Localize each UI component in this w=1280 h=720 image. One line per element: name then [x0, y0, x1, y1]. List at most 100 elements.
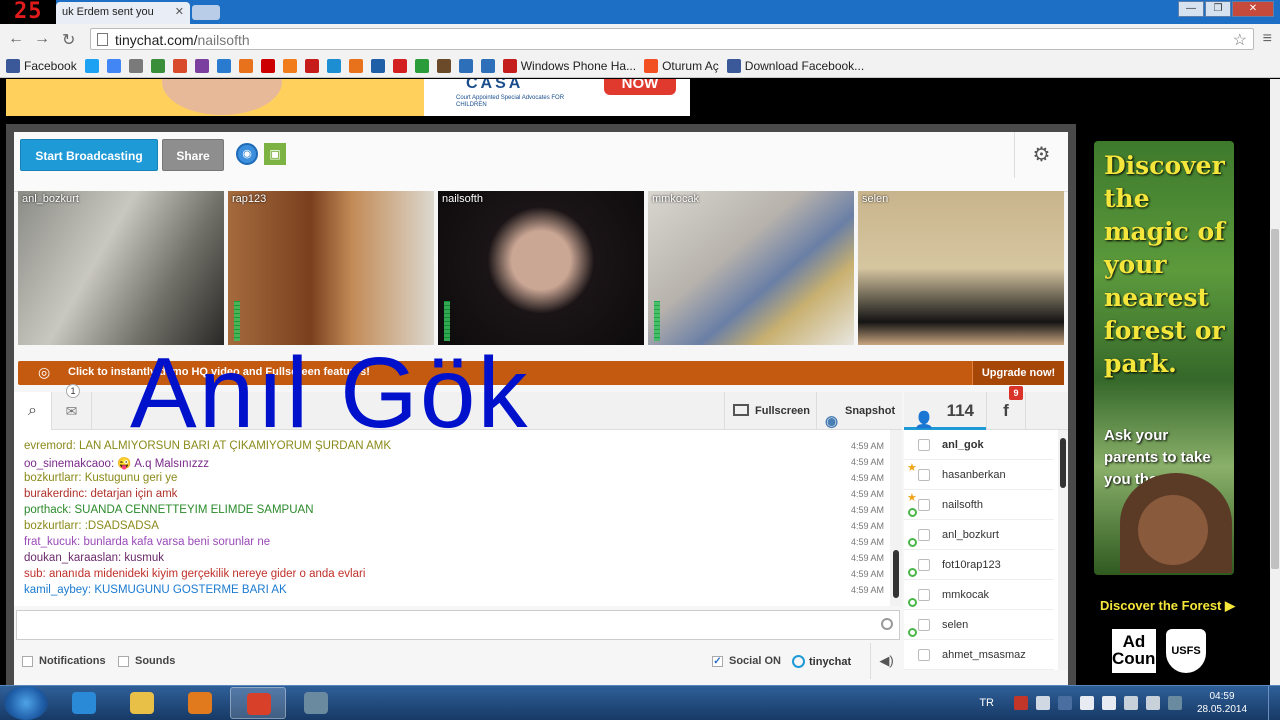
user-checkbox[interactable]: [918, 499, 930, 511]
user-checkbox[interactable]: [918, 619, 930, 631]
message-user[interactable]: doukan_karaaslan:: [24, 552, 121, 564]
video-tile[interactable]: nailsofth: [438, 191, 644, 345]
message-user[interactable]: frat_kucuk:: [24, 536, 80, 548]
ios-app-icon[interactable]: ◉: [236, 143, 258, 165]
message-user[interactable]: kamil_aybey:: [24, 584, 91, 596]
browser-tab[interactable]: uk Erdem sent you ✕: [56, 2, 190, 24]
video-tile[interactable]: anl_bozkurt: [18, 191, 224, 345]
upgrade-button[interactable]: Upgrade now!: [972, 361, 1064, 385]
chat-tab-private[interactable]: ✉ 1: [52, 384, 92, 430]
show-desktop-button[interactable]: [1268, 686, 1280, 720]
new-tab-button[interactable]: [192, 5, 220, 20]
sounds-checkbox[interactable]: [118, 655, 129, 667]
user-list-item[interactable]: selen: [904, 610, 1054, 640]
notifications-toggle[interactable]: Notifications: [22, 655, 106, 667]
bookmark-item[interactable]: [238, 58, 253, 73]
language-indicator[interactable]: TR: [979, 697, 994, 709]
search-icon[interactable]: [881, 618, 893, 630]
taskbar-app-recorder[interactable]: [288, 687, 344, 719]
top-banner-ad[interactable]: CASA Court Appointed Special Advocates F…: [6, 79, 690, 116]
chat-input-field[interactable]: [17, 611, 899, 639]
bookmark-item[interactable]: [436, 58, 451, 73]
right-sidebar-ad[interactable]: Discover the magic of your nearest fores…: [1094, 141, 1234, 575]
bookmark-item[interactable]: [304, 58, 319, 73]
bookmark-item[interactable]: [216, 58, 231, 73]
user-list-item[interactable]: ahmet_msasmaz: [904, 640, 1054, 670]
forward-icon[interactable]: →: [34, 30, 50, 48]
network-icon[interactable]: [1080, 696, 1094, 710]
bookmark-item[interactable]: [106, 58, 121, 73]
user-checkbox[interactable]: [918, 559, 930, 571]
taskbar-app-media-player[interactable]: [172, 687, 228, 719]
volume-tray-icon[interactable]: [1102, 696, 1116, 710]
tinychat-logo[interactable]: tinychat: [792, 655, 851, 668]
bookmark-item[interactable]: [392, 58, 407, 73]
settings-gear-icon[interactable]: ⚙: [1014, 132, 1068, 178]
menu-icon[interactable]: ≡: [1263, 30, 1272, 48]
volume-icon[interactable]: ◀): [870, 643, 902, 679]
steam-icon[interactable]: [1058, 696, 1072, 710]
tray-icon[interactable]: [1146, 696, 1160, 710]
share-button[interactable]: Share: [162, 139, 224, 171]
tray-icon[interactable]: [1124, 696, 1138, 710]
restore-button[interactable]: ❐: [1205, 1, 1231, 17]
message-user[interactable]: sub:: [24, 568, 46, 580]
user-list-item[interactable]: anl_bozkurt: [904, 520, 1054, 550]
minimize-button[interactable]: —: [1178, 1, 1204, 17]
start-broadcasting-button[interactable]: Start Broadcasting: [20, 139, 158, 171]
userlist-scrollbar[interactable]: [1058, 430, 1068, 670]
chat-input[interactable]: [16, 610, 900, 640]
bookmark-item[interactable]: [326, 58, 341, 73]
message-user[interactable]: bozkurtlarr:: [24, 472, 82, 484]
chat-scrollbar[interactable]: [890, 430, 902, 606]
taskbar-app-chrome[interactable]: [230, 687, 286, 719]
video-tile[interactable]: selen: [858, 191, 1064, 345]
bookmark-item[interactable]: [458, 58, 473, 73]
bookmark-item[interactable]: Facebook: [6, 58, 77, 73]
user-checkbox[interactable]: [918, 589, 930, 601]
bookmark-item[interactable]: [150, 58, 165, 73]
ad-cta-link[interactable]: Discover the Forest ▶: [1100, 598, 1235, 614]
message-user[interactable]: bozkurtlarr:: [24, 520, 82, 532]
tray-icon[interactable]: [1168, 696, 1182, 710]
message-user[interactable]: porthack:: [24, 504, 71, 516]
bookmark-star-icon[interactable]: ☆: [1233, 30, 1247, 50]
start-button[interactable]: [4, 686, 48, 720]
bookmark-item[interactable]: [128, 58, 143, 73]
taskbar-app-file-explorer[interactable]: [114, 687, 170, 719]
video-tile[interactable]: mmkocak: [648, 191, 854, 345]
video-tile[interactable]: rap123: [228, 191, 434, 345]
bookmark-item[interactable]: Windows Phone Ha...: [502, 58, 636, 73]
bookmark-item[interactable]: [194, 58, 209, 73]
android-app-icon[interactable]: ▣: [264, 143, 286, 165]
sounds-toggle[interactable]: Sounds: [118, 655, 175, 667]
message-user[interactable]: evremord:: [24, 440, 76, 452]
promo-bar[interactable]: ◎ Click to instantly demo HQ video and F…: [18, 361, 1064, 385]
bookmark-item[interactable]: [414, 58, 429, 73]
snapshot-button[interactable]: ◉ Snapshot: [816, 392, 902, 430]
tray-icon[interactable]: [1014, 696, 1028, 710]
bookmark-item[interactable]: [282, 58, 297, 73]
close-window-button[interactable]: ✕: [1232, 1, 1274, 17]
facebook-tab[interactable]: f 9: [986, 386, 1026, 430]
user-list-item[interactable]: mmkocak: [904, 580, 1054, 610]
message-user[interactable]: oo_sinemakcaoo:: [24, 458, 114, 470]
fullscreen-button[interactable]: Fullscreen: [724, 392, 816, 430]
bookmark-item[interactable]: [260, 58, 275, 73]
user-checkbox[interactable]: [918, 529, 930, 541]
social-toggle[interactable]: ✓ Social ON: [712, 655, 781, 667]
clock[interactable]: 04:59 28.05.2014: [1190, 690, 1254, 716]
user-checkbox[interactable]: [918, 649, 930, 661]
bookmark-item[interactable]: [370, 58, 385, 73]
bookmark-item[interactable]: [84, 58, 99, 73]
user-list-item[interactable]: fot10rap123: [904, 550, 1054, 580]
user-list-item[interactable]: ★ hasanberkan: [904, 460, 1054, 490]
tray-icon[interactable]: [1036, 696, 1050, 710]
taskbar-app-internet-explorer[interactable]: [56, 687, 112, 719]
notifications-checkbox[interactable]: [22, 655, 33, 667]
bookmark-item[interactable]: [480, 58, 495, 73]
user-checkbox[interactable]: [918, 439, 930, 451]
bookmark-item[interactable]: [172, 58, 187, 73]
back-icon[interactable]: ←: [8, 30, 24, 48]
url-field[interactable]: tinychat.com/nailsofth ☆: [90, 28, 1254, 50]
